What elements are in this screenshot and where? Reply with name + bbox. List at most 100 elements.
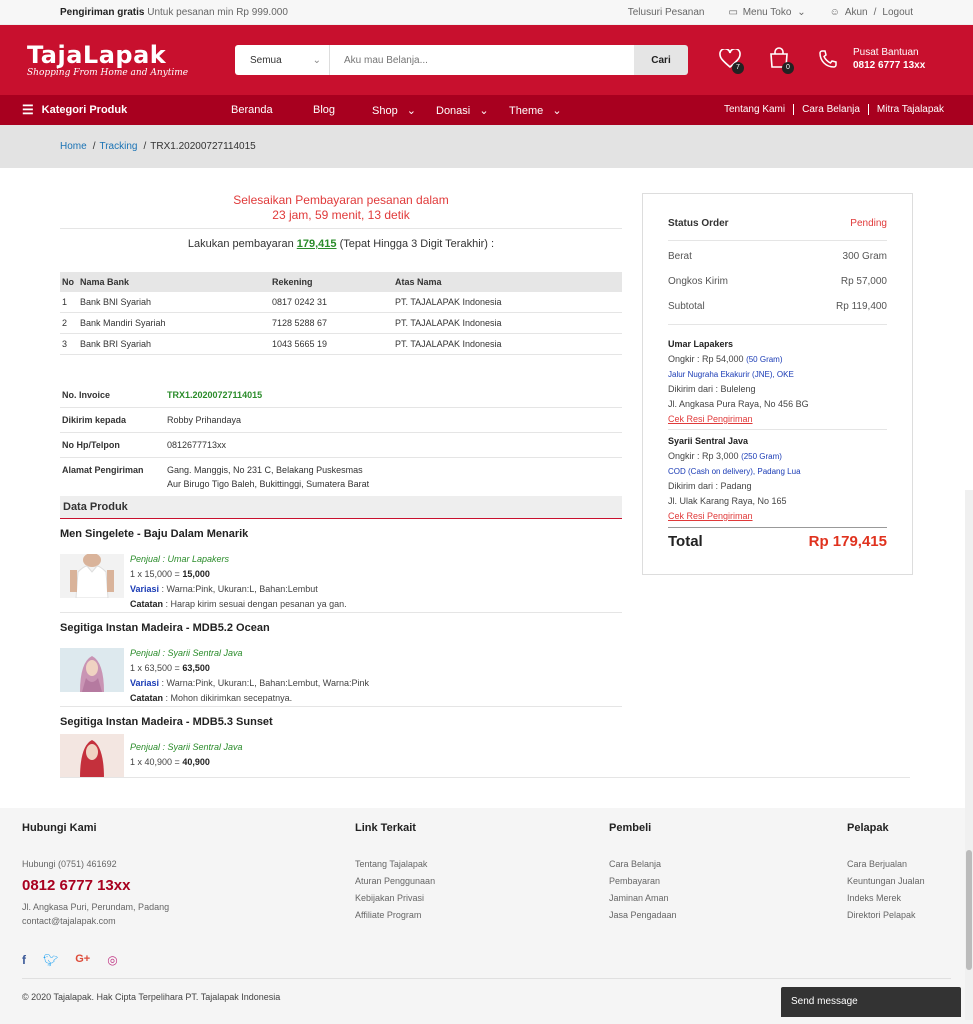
table-row: 2 Bank Mandiri Syariah 7128 5288 67 PT. … — [60, 312, 622, 334]
bank-table: No Nama Bank Rekening Atas Nama 1 Bank B… — [60, 272, 622, 355]
footer-link[interactable]: Keuntungan Jualan — [847, 873, 925, 890]
chevron-down-icon: ⌄ — [479, 105, 489, 117]
track-order-link[interactable]: Telusuri Pesanan — [628, 7, 705, 18]
instagram-icon[interactable]: ◎ — [107, 953, 117, 967]
account-link[interactable]: Akun — [845, 7, 868, 18]
footer-links: Link Terkait Tentang Tajalapak Aturan Pe… — [355, 820, 435, 924]
product-name[interactable]: Men Singelete - Baju Dalam Menarik — [60, 528, 622, 540]
footer-link[interactable]: Jasa Pengadaan — [609, 907, 677, 924]
column-header: Rekening — [270, 272, 393, 292]
cart-button[interactable]: 0 — [768, 47, 794, 74]
footer-buyer: Pembeli Cara Belanja Pembayaran Jaminan … — [609, 820, 677, 924]
payment-instruction: Lakukan pembayaran 179,415 (Tepat Hingga… — [187, 238, 495, 250]
chevron-down-icon: ⌄ — [312, 54, 321, 66]
product-section-title: Data Produk — [60, 496, 622, 519]
column-header: Nama Bank — [78, 272, 270, 292]
help-center[interactable]: Pusat Bantuan 0812 6777 13xx — [853, 46, 925, 72]
footer-link[interactable]: Cara Berjualan — [847, 856, 925, 873]
product-image[interactable] — [60, 553, 124, 599]
invoice-row: Dikirim kepada Robby Prihandaya — [60, 407, 622, 433]
copyright: © 2020 Tajalapak. Hak Cipta Terpelihara … — [22, 992, 281, 1002]
twitter-icon[interactable]: 🐦︎ — [43, 953, 58, 967]
send-message-button[interactable]: Send message — [781, 987, 961, 1017]
order-summary: Status Order Pending Berat 300 Gram Ongk… — [642, 193, 913, 575]
chevron-down-icon: ⌄ — [797, 6, 806, 18]
footer-link[interactable]: Pembayaran — [609, 873, 677, 890]
top-bar: Pengiriman gratis Untuk pesanan min Rp 9… — [0, 0, 973, 25]
footer-link[interactable]: Jaminan Aman — [609, 890, 677, 907]
footer-contact: Hubungi Kami Hubungi (0751) 461692 0812 … — [22, 822, 170, 926]
nav-item-blog[interactable]: Blog — [313, 104, 335, 116]
nav-item-donasi[interactable]: Donasi ⌄ — [436, 104, 489, 117]
wishlist-button[interactable]: 7 — [719, 47, 744, 74]
footer-link[interactable]: Direktori Pelapak — [847, 907, 925, 924]
status-badge: Pending — [850, 218, 887, 229]
product-item: Segitiga Instan Madeira - MDB5.3 Sunset … — [60, 716, 622, 778]
seller-shipping-block: Syarii Sentral Java Ongkir : Rp 3,000 (2… — [668, 436, 801, 521]
header: TajaLapak Shopping From Home and Anytime… — [0, 25, 973, 95]
column-header: Atas Nama — [393, 272, 622, 292]
logout-link[interactable]: Logout — [882, 7, 913, 18]
table-row: 1 Bank BNI Syariah 0817 0242 31 PT. TAJA… — [60, 292, 622, 313]
product-seller[interactable]: Penjual : Syarii Sentral Java — [130, 646, 369, 661]
category-menu-button[interactable]: ☰ Kategori Produk — [0, 102, 220, 118]
invoice-row: No. Invoice TRX1.20200727114015 — [60, 383, 622, 408]
main-nav: ☰ Kategori Produk Beranda Blog Shop ⌄ Do… — [0, 95, 973, 125]
footer-link[interactable]: Kebijakan Privasi — [355, 890, 435, 907]
footer-phone: 0812 6777 13xx — [22, 877, 131, 894]
payment-countdown: Selesaikan Pembayaran pesanan dalam 23 j… — [233, 193, 449, 222]
scrollbar-thumb[interactable] — [966, 850, 972, 970]
product-name[interactable]: Segitiga Instan Madeira - MDB5.2 Ocean — [60, 622, 622, 634]
chevron-down-icon: ⌄ — [552, 105, 562, 117]
seller-shipping-block: Umar Lapakers Ongkir : Rp 54,000 (50 Gra… — [668, 339, 809, 424]
footer-link[interactable]: Tentang Tajalapak — [355, 856, 435, 873]
google-plus-icon[interactable]: G+ — [75, 953, 90, 967]
search-category-select[interactable]: Semua ⌄ — [235, 45, 330, 75]
product-seller[interactable]: Penjual : Syarii Sentral Java — [130, 740, 243, 755]
scrollbar[interactable] — [965, 490, 973, 1020]
invoice-row: No Hp/Telpon 0812677713xx — [60, 432, 622, 458]
product-image[interactable] — [60, 734, 124, 778]
nav-item-shop[interactable]: Shop ⌄ — [372, 104, 416, 117]
main-content: Selesaikan Pembayaran pesanan dalam 23 j… — [0, 168, 973, 778]
social-links: f 🐦︎ G+ ◎ — [22, 953, 118, 967]
nav-link-mitra[interactable]: Mitra Tajalapak — [867, 104, 952, 115]
table-header-row: No Nama Bank Rekening Atas Nama — [60, 272, 622, 292]
divider — [60, 228, 622, 229]
free-shipping-notice: Pengiriman gratis Untuk pesanan min Rp 9… — [60, 6, 288, 18]
divider — [60, 706, 622, 707]
nav-item-theme[interactable]: Theme ⌄ — [509, 104, 562, 117]
footer-seller: Pelapak Cara Berjualan Keuntungan Jualan… — [847, 820, 925, 924]
facebook-icon[interactable]: f — [22, 953, 26, 967]
store-icon: ▭ — [728, 6, 738, 18]
product-image[interactable] — [60, 648, 124, 692]
invoice-number: TRX1.20200727114015 — [165, 383, 622, 408]
store-menu[interactable]: ▭ Menu Toko ⌄ — [728, 7, 805, 18]
search-input[interactable] — [330, 45, 634, 75]
search-button[interactable]: Cari — [634, 45, 688, 75]
order-total: Total Rp 179,415 — [668, 533, 887, 550]
footer-link[interactable]: Cara Belanja — [609, 856, 677, 873]
check-receipt-link[interactable]: Cek Resi Pengiriman — [668, 511, 753, 521]
product-seller[interactable]: Penjual : Umar Lapakers — [130, 552, 347, 567]
divider — [60, 612, 622, 613]
product-name[interactable]: Segitiga Instan Madeira - MDB5.3 Sunset — [60, 716, 622, 728]
phone-icon — [818, 49, 838, 72]
chevron-down-icon: ⌄ — [406, 105, 416, 117]
invoice-row: Alamat Pengiriman Gang. Manggis, No 231 … — [60, 457, 622, 497]
footer-link[interactable]: Aturan Penggunaan — [355, 873, 435, 890]
logo[interactable]: TajaLapak Shopping From Home and Anytime — [27, 43, 235, 78]
invoice-details: No. Invoice TRX1.20200727114015 Dikirim … — [60, 383, 622, 497]
breadcrumb-tracking[interactable]: Tracking — [99, 141, 137, 152]
nav-item-beranda[interactable]: Beranda — [231, 104, 273, 116]
breadcrumb-home[interactable]: Home — [60, 141, 87, 152]
payment-amount: 179,415 — [296, 238, 337, 250]
nav-link-cara-belanja[interactable]: Cara Belanja — [793, 104, 868, 115]
breadcrumb: Home / Tracking / TRX1.20200727114015 — [0, 125, 973, 168]
product-item: Segitiga Instan Madeira - MDB5.2 Ocean P… — [60, 622, 622, 712]
nav-link-tentang-kami[interactable]: Tentang Kami — [716, 104, 793, 115]
check-receipt-link[interactable]: Cek Resi Pengiriman — [668, 414, 753, 424]
footer-link[interactable]: Affiliate Program — [355, 907, 435, 924]
table-row: 3 Bank BRI Syariah 1043 5665 19 PT. TAJA… — [60, 333, 622, 355]
footer-link[interactable]: Indeks Merek — [847, 890, 925, 907]
